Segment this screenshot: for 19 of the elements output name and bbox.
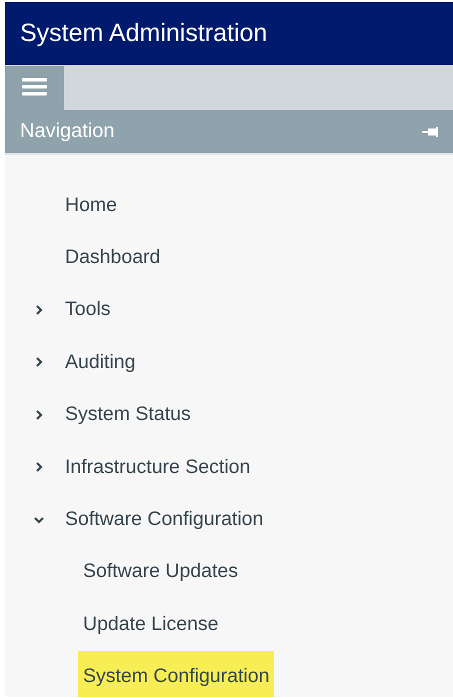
chevron-right-icon[interactable] bbox=[33, 461, 45, 474]
chevron-right-icon[interactable] bbox=[33, 356, 45, 368]
nav-item[interactable]: Infrastructure Section bbox=[60, 440, 256, 494]
nav-item[interactable]: Update License bbox=[78, 598, 224, 651]
nav-item[interactable]: Tools bbox=[60, 284, 116, 336]
nav-item[interactable]: System Configuration bbox=[78, 650, 274, 697]
nav-item[interactable]: Software Configuration bbox=[60, 493, 268, 546]
chevron-right-icon[interactable] bbox=[33, 408, 45, 421]
navigation-title: Navigation bbox=[20, 120, 115, 143]
nav-item[interactable]: Home bbox=[60, 179, 122, 232]
nav-item[interactable]: Auditing bbox=[60, 336, 140, 389]
chevron-right-icon[interactable] bbox=[33, 304, 45, 316]
menu-icon bbox=[22, 78, 47, 96]
window-title: System Administration bbox=[5, 2, 453, 65]
pin-icon[interactable] bbox=[422, 126, 438, 136]
nav-item[interactable]: Software Updates bbox=[78, 546, 244, 598]
nav-item[interactable]: Dashboard bbox=[60, 231, 166, 284]
nav-item[interactable]: System Status bbox=[60, 388, 196, 441]
menu-button[interactable] bbox=[5, 66, 64, 110]
